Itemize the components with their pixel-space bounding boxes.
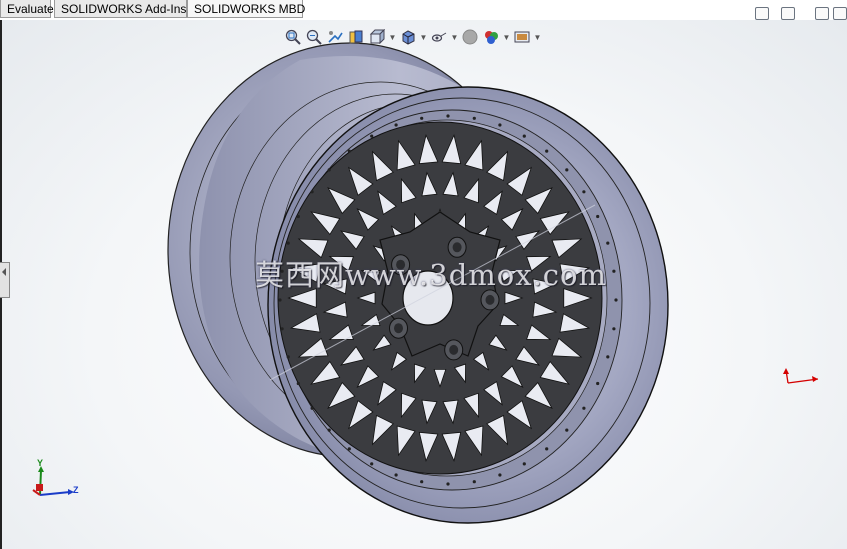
rivet [278, 298, 282, 302]
rivet [498, 123, 502, 127]
rivet [296, 214, 300, 219]
rivet [286, 241, 290, 245]
rivet [370, 462, 374, 466]
chevron-down-icon[interactable]: ▼ [420, 28, 428, 46]
rivet [614, 298, 618, 302]
heads-up-view-toolbar: ▼ ▼ ▼ ▼ ▼ [284, 25, 541, 49]
rivet [420, 116, 424, 120]
rivet [310, 190, 314, 194]
rivet [370, 134, 374, 138]
view-orientation-triad [32, 466, 74, 496]
rivet [446, 114, 450, 118]
apply-scene-icon[interactable] [482, 28, 500, 46]
rivet [545, 149, 549, 153]
rivet [394, 123, 398, 127]
chevron-down-icon[interactable]: ▼ [534, 28, 542, 46]
rivet [420, 480, 424, 484]
section-view-icon[interactable] [347, 28, 365, 46]
previous-view-icon[interactable] [326, 28, 344, 46]
rivet [565, 168, 569, 172]
lug-hole-inner [485, 294, 495, 305]
rivet [606, 355, 610, 359]
rivet [582, 190, 586, 194]
rivet [582, 406, 586, 410]
rivet [446, 482, 450, 486]
restore-window-icon[interactable] [833, 7, 847, 20]
rivet [347, 447, 351, 451]
view-settings-icon[interactable] [513, 28, 531, 46]
reference-triad [783, 368, 819, 384]
rivet [394, 473, 398, 477]
lug-hole-inner [394, 323, 403, 334]
rivet [498, 473, 502, 477]
display-style-icon[interactable] [399, 28, 417, 46]
split-horizontal-icon[interactable] [781, 7, 795, 20]
view-orientation-icon[interactable] [368, 28, 386, 46]
rivet [296, 381, 300, 386]
minimize-icon[interactable] [815, 7, 829, 20]
lug-hole-inner [449, 344, 459, 355]
rivet [596, 381, 600, 386]
rivet [327, 168, 331, 172]
lug-hole-inner [452, 242, 462, 253]
rivet [310, 406, 314, 410]
rivet [565, 428, 569, 432]
rivet [596, 214, 600, 219]
edit-appearance-icon[interactable] [461, 28, 479, 46]
rivet [327, 428, 331, 432]
rivet [280, 327, 284, 331]
rivet [347, 149, 351, 153]
rivet [612, 269, 616, 273]
split-vertical-icon[interactable] [755, 7, 769, 20]
watermark-text: 莫西网www.3dmox.com [255, 258, 607, 292]
rivet [286, 355, 290, 359]
rivet [472, 116, 476, 120]
rivet [612, 327, 616, 331]
chevron-down-icon[interactable]: ▼ [451, 28, 459, 46]
triad-label-y: Y [37, 458, 44, 468]
rivet [606, 241, 610, 245]
window-controls [755, 7, 847, 20]
hide-show-items-icon[interactable] [430, 28, 448, 46]
rivet [545, 447, 549, 451]
zoom-to-fit-icon[interactable] [284, 28, 302, 46]
triad-label-z: Z [73, 485, 79, 495]
rivet [522, 134, 526, 138]
chevron-down-icon[interactable]: ▼ [503, 28, 511, 46]
rivet [522, 462, 526, 466]
zoom-to-area-icon[interactable] [305, 28, 323, 46]
rivet [472, 480, 476, 484]
chevron-down-icon[interactable]: ▼ [389, 28, 397, 46]
